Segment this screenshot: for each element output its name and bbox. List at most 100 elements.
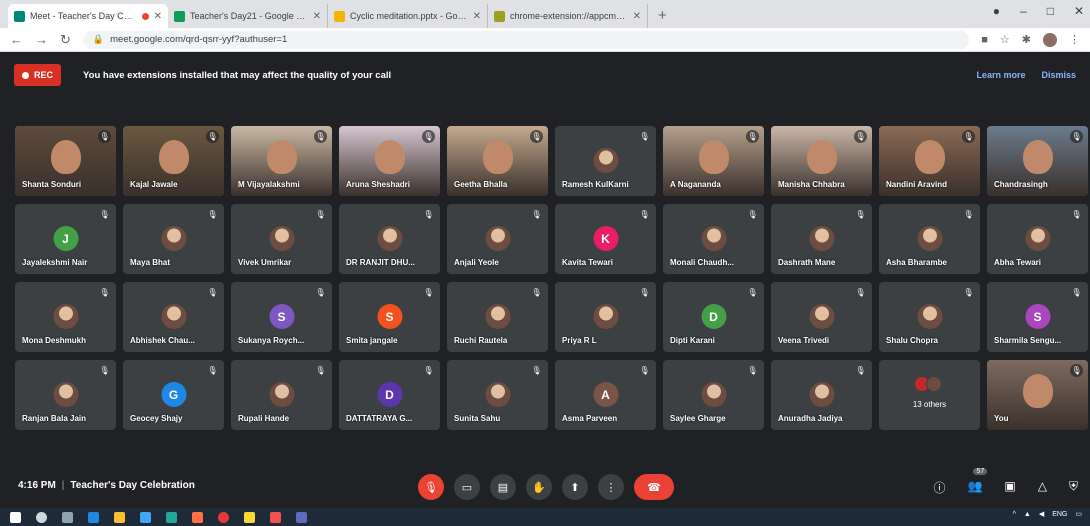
forward-arrow-icon[interactable]: → (35, 32, 48, 47)
participant-name: M Vijayalakshmi (238, 180, 300, 189)
participant-tile[interactable]: 🎙 Veena Trivedi (771, 282, 872, 352)
language-indicator[interactable]: ENG (1052, 511, 1067, 518)
notes-icon[interactable] (244, 511, 255, 523)
new-tab-button[interactable]: + (648, 7, 677, 28)
tab-extension[interactable]: chrome-extension://appcmark ✕ (488, 4, 648, 28)
system-tray: ^ ▲ ◀ ENG ▭ (1013, 510, 1082, 519)
start-icon[interactable] (10, 511, 21, 523)
photos-icon[interactable] (166, 511, 177, 523)
participant-tile[interactable]: 🎙 Anuradha Jadiya (771, 360, 872, 430)
people-count-badge: 57 (973, 468, 988, 475)
participant-tile[interactable]: 🎙 Kajal Jawale (123, 126, 224, 196)
participant-tile[interactable]: 🎙 Saylee Gharge (663, 360, 764, 430)
participant-tile[interactable]: 🎙 Ramesh KulKarni (555, 126, 656, 196)
tab-slides[interactable]: Cyclic meditation.pptx - Googl ✕ (328, 4, 488, 28)
participant-tile[interactable]: 🎙 DR RANJIT DHU... (339, 204, 440, 274)
participant-tile[interactable]: 🎙 Aruna Sheshadri (339, 126, 440, 196)
task-view-icon[interactable] (62, 511, 73, 523)
close-tab-icon[interactable]: ✕ (633, 11, 641, 22)
active-window-icon[interactable] (270, 511, 281, 523)
tab-drive[interactable]: Teacher's Day21 - Google Drive ✕ (168, 4, 328, 28)
maximize-button[interactable]: □ (1047, 4, 1054, 18)
notifications-icon[interactable]: ▭ (1075, 510, 1082, 518)
browser-menu-icon[interactable]: ⋮ (1069, 33, 1080, 46)
host-controls-icon[interactable]: ⛨ (1069, 479, 1078, 496)
participant-tile[interactable]: 🎙 Ruchi Rautela (447, 282, 548, 352)
participant-tile[interactable]: 🎙 Manisha Chhabra (771, 126, 872, 196)
participant-tile[interactable]: 🎙 Asha Bharambe (879, 204, 980, 274)
participant-tile[interactable]: 🎙 Abha Tewari (987, 204, 1088, 274)
minimize-button[interactable]: – (1020, 4, 1027, 18)
people-button[interactable]: 👥 57 (967, 468, 988, 496)
chrome-icon[interactable] (218, 511, 229, 523)
back-arrow-icon[interactable]: ← (10, 32, 23, 47)
account-dot-icon[interactable]: ● (993, 4, 1000, 18)
camera-toggle-button[interactable]: ▭ (454, 474, 480, 500)
learn-more-link[interactable]: Learn more (976, 70, 1025, 80)
participant-tile[interactable]: 🎙 Ranjan Bala Jain (15, 360, 116, 430)
search-icon[interactable] (36, 511, 47, 523)
mic-toggle-button[interactable]: 🎙 (418, 474, 444, 500)
firefox-icon[interactable] (192, 511, 203, 523)
url-field[interactable]: 🔒 meet.google.com/qrd-qsrr-yyf?authuser=… (82, 30, 970, 49)
participant-tile[interactable]: D 🎙 Dipti Karani (663, 282, 764, 352)
participant-tile[interactable]: 🎙 M Vijayalakshmi (231, 126, 332, 196)
edge-icon[interactable] (88, 511, 99, 523)
participant-tile[interactable]: 🎙 Priya R L (555, 282, 656, 352)
participant-tile[interactable]: 🎙 Maya Bhat (123, 204, 224, 274)
extensions-puzzle-icon[interactable]: ✱ (1022, 33, 1031, 46)
participant-tile[interactable]: 🎙 Sunita Sahu (447, 360, 548, 430)
close-tab-icon[interactable]: ✕ (473, 11, 481, 22)
participant-tile[interactable]: A 🎙 Asma Parveen (555, 360, 656, 430)
participant-tile[interactable]: 🎙 Chandrasingh (987, 126, 1088, 196)
chat-icon[interactable]: ▣ (1004, 479, 1015, 496)
tab-meet[interactable]: Meet - Teacher's Day Celeb ✕ (8, 4, 168, 28)
volume-icon[interactable]: ◀ (1039, 510, 1044, 518)
tray-chevron-icon[interactable]: ^ (1013, 511, 1016, 518)
dismiss-button[interactable]: Dismiss (1041, 70, 1076, 80)
participant-tile[interactable]: G 🎙 Geocey Shajy (123, 360, 224, 430)
participant-tile[interactable]: S 🎙 Sharmila Sengu... (987, 282, 1088, 352)
participant-tile[interactable]: 🎙 Nandini Aravind (879, 126, 980, 196)
profile-avatar[interactable] (1043, 32, 1057, 47)
participant-name: Chandrasingh (994, 180, 1048, 189)
participant-tile[interactable]: 🎙 Abhishek Chau... (123, 282, 224, 352)
participant-tile[interactable]: D 🎙 DATTATRAYA G... (339, 360, 440, 430)
participant-name: Asma Parveen (562, 414, 618, 423)
raise-hand-button[interactable]: ✋ (526, 474, 552, 500)
participant-tile[interactable]: J 🎙 Jayalekshmi Nair (15, 204, 116, 274)
activities-icon[interactable]: △ (1038, 479, 1047, 496)
file-explorer-icon[interactable] (114, 511, 125, 523)
close-window-button[interactable]: ✕ (1074, 4, 1084, 18)
mic-muted-icon: 🎙 (207, 210, 218, 219)
meeting-details-icon[interactable]: ⓘ (933, 479, 945, 496)
participant-tile[interactable]: 🎙 Mona Deshmukh (15, 282, 116, 352)
participant-tile[interactable]: 🎙 Anjali Yeole (447, 204, 548, 274)
participant-tile[interactable]: 🎙 Shanta Sonduri (15, 126, 116, 196)
captions-button[interactable]: ▤ (490, 474, 516, 500)
bookmark-star-icon[interactable]: ☆ (1000, 33, 1010, 46)
participant-tile[interactable]: 🎙 Vivek Umrikar (231, 204, 332, 274)
reload-icon[interactable]: ↻ (60, 32, 71, 48)
participant-tile[interactable]: 🎙 Shalu Chopra (879, 282, 980, 352)
camera-indicator-icon[interactable]: ■ (981, 34, 988, 46)
present-button[interactable]: ⬆ (562, 474, 588, 500)
participant-tile[interactable]: 🎙 Dashrath Mane (771, 204, 872, 274)
participant-tile[interactable]: S 🎙 Sukanya Roych... (231, 282, 332, 352)
participant-tile[interactable]: 🎙 You (987, 360, 1088, 430)
store-icon[interactable] (140, 511, 151, 523)
app-icon[interactable] (296, 511, 307, 523)
participant-tile[interactable]: K 🎙 Kavita Tewari (555, 204, 656, 274)
participant-tile[interactable]: 13 others (879, 360, 980, 430)
network-icon[interactable]: ▲ (1024, 511, 1031, 518)
participant-tile[interactable]: 🎙 Monali Chaudh... (663, 204, 764, 274)
close-tab-icon[interactable]: ✕ (313, 11, 321, 22)
close-tab-icon[interactable]: ✕ (154, 11, 162, 22)
more-options-button[interactable]: ⋮ (598, 474, 624, 500)
leave-call-button[interactable]: ☎ (634, 474, 674, 500)
participant-tile[interactable]: 🎙 Rupali Hande (231, 360, 332, 430)
participant-tile[interactable]: 🎙 Geetha Bhalla (447, 126, 548, 196)
participant-tile[interactable]: S 🎙 Smita jangale (339, 282, 440, 352)
participant-tile[interactable]: 🎙 A Nagananda (663, 126, 764, 196)
os-taskbar: ^ ▲ ◀ ENG ▭ (0, 508, 1090, 526)
